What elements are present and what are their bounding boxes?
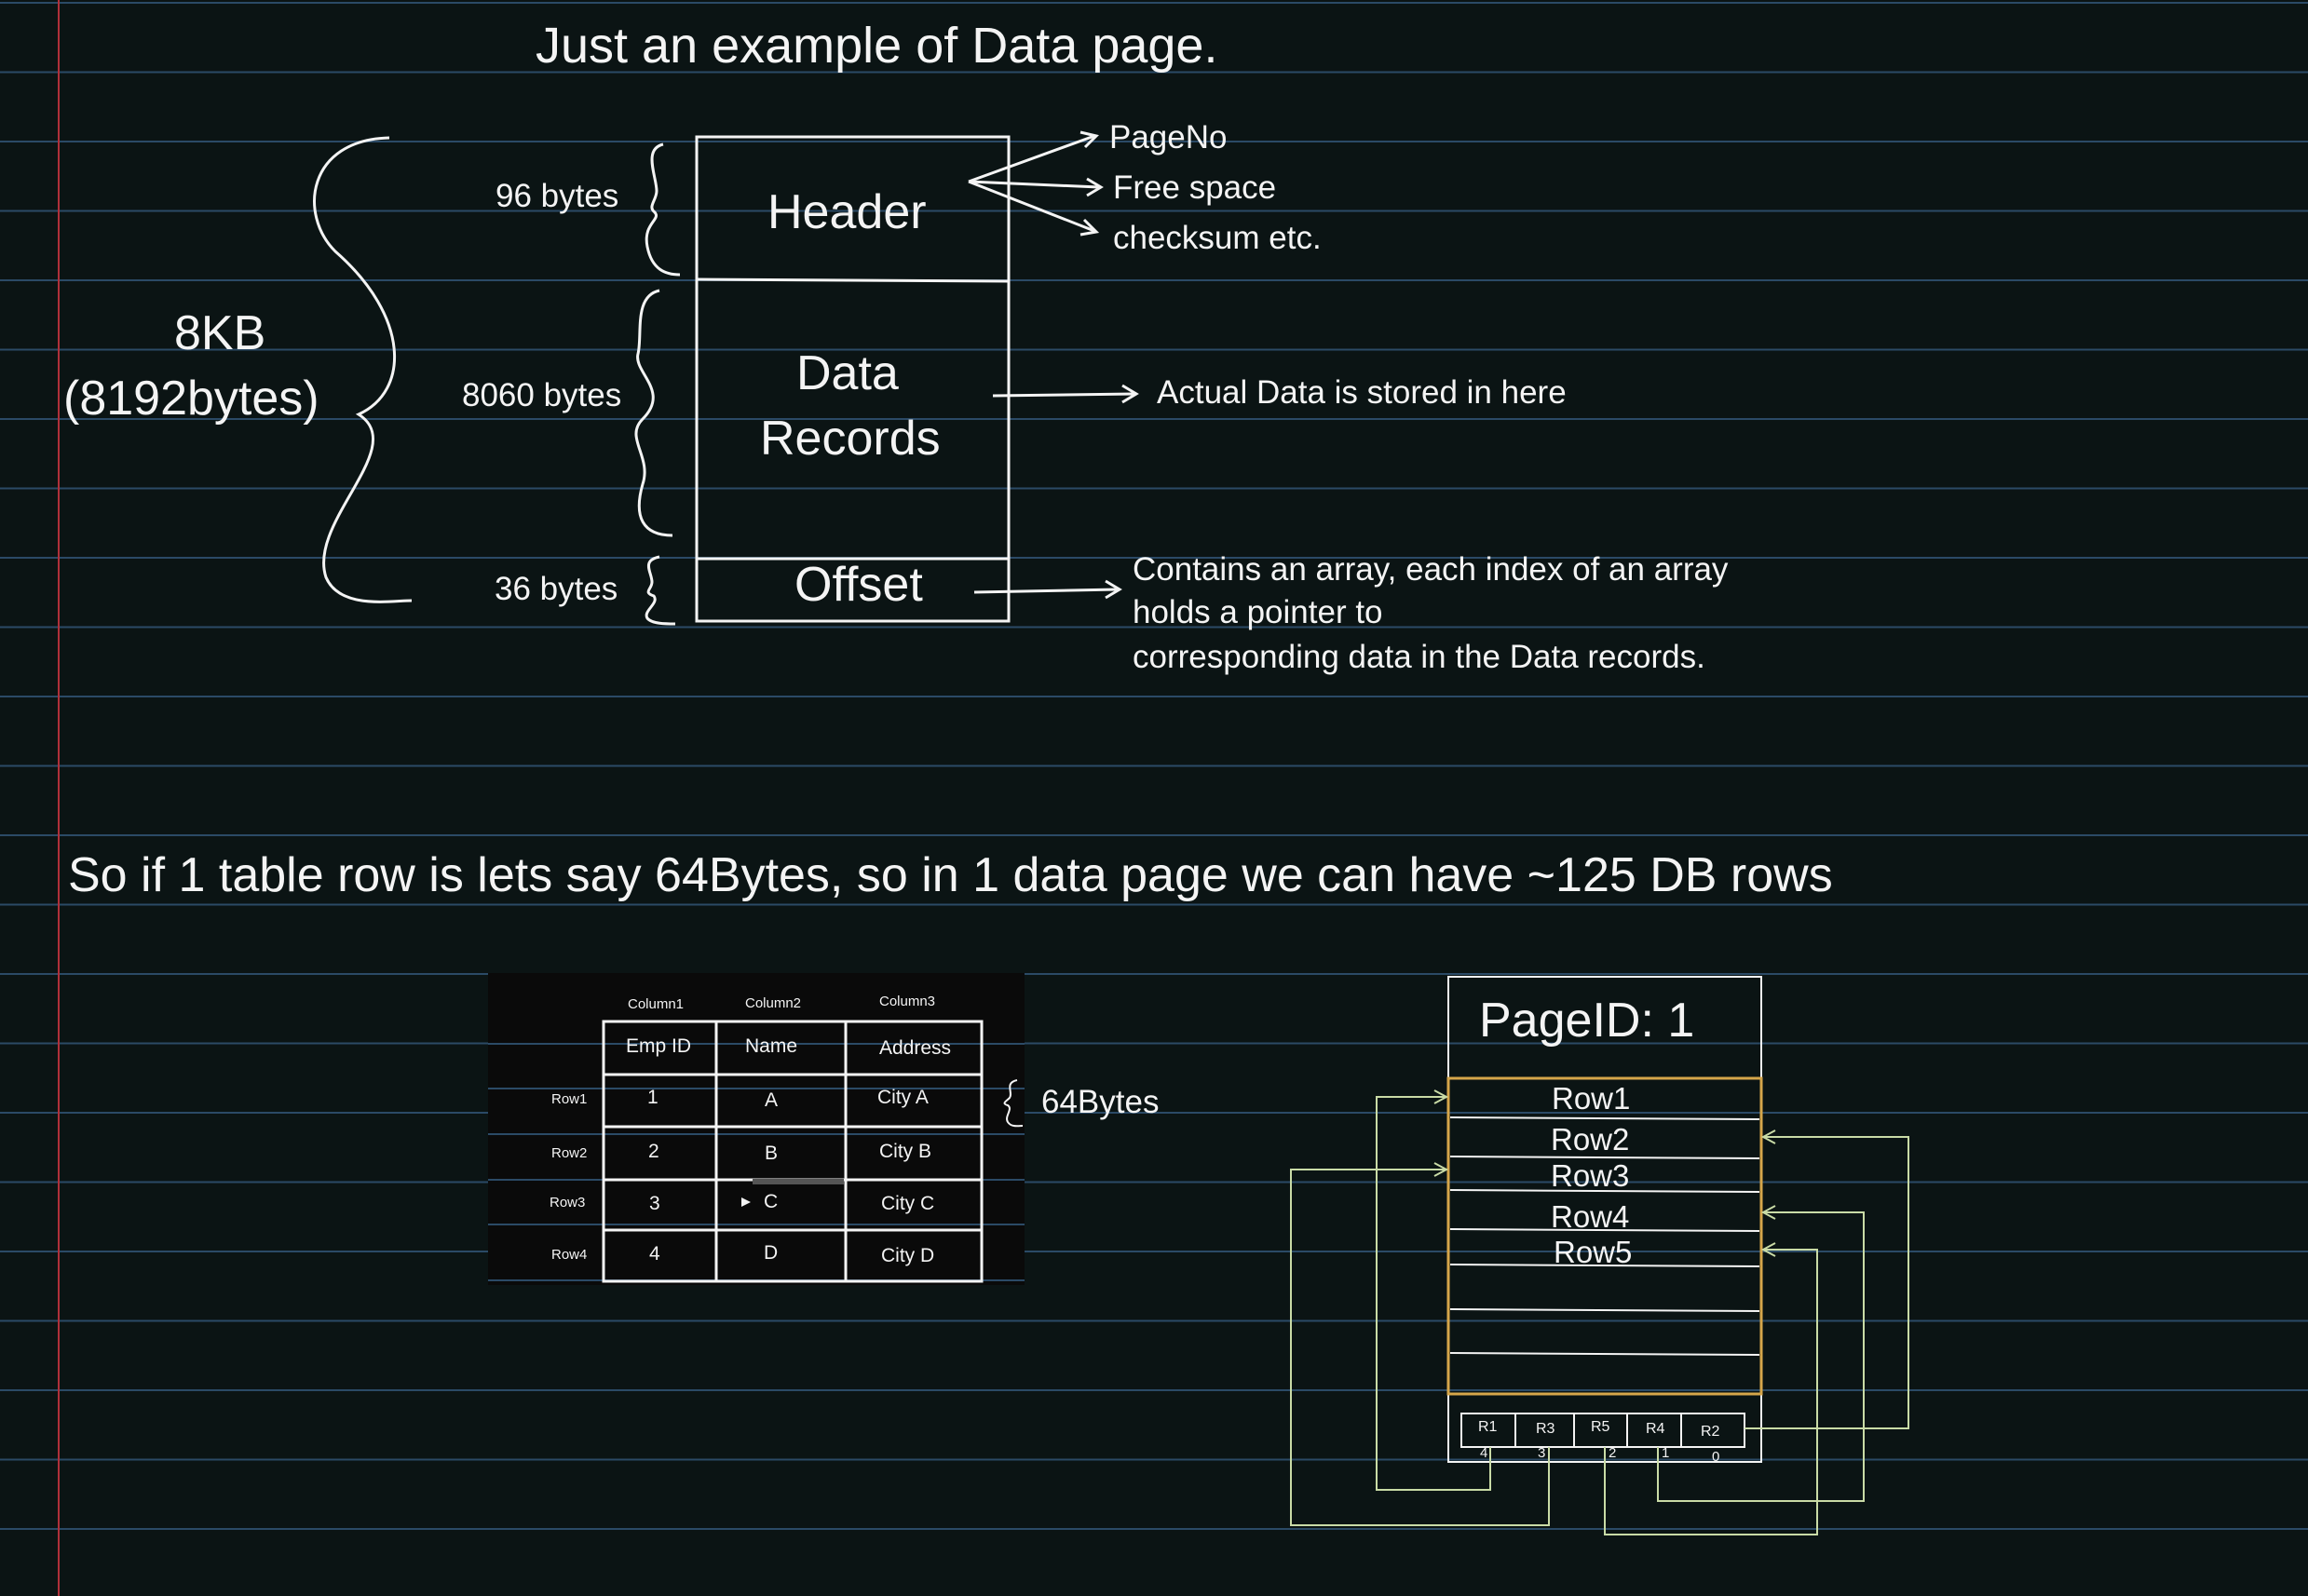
page-row-label: Row3	[1551, 1158, 1630, 1193]
page-row-label: Row2	[1551, 1122, 1630, 1156]
offset-slot-label: R4	[1646, 1421, 1665, 1437]
page-row-label: Row5	[1554, 1235, 1633, 1269]
offset-index-label: 3	[1538, 1445, 1546, 1461]
offset-index-label: 2	[1609, 1445, 1617, 1461]
offset-slot-label: R5	[1591, 1419, 1610, 1435]
page-row-label: Row1	[1552, 1081, 1631, 1116]
offset-slot-label: R1	[1478, 1419, 1498, 1435]
page-id-label: PageID: 1	[1479, 994, 1695, 1048]
offset-slot-label: R2	[1701, 1424, 1720, 1440]
offset-slot-label: R3	[1536, 1421, 1555, 1437]
offset-index-label: 0	[1712, 1449, 1720, 1465]
offset-index-label: 4	[1480, 1445, 1488, 1461]
page-example-diagram	[1290, 976, 1909, 1535]
offset-index-label: 1	[1662, 1445, 1670, 1461]
page-row-label: Row4	[1551, 1199, 1630, 1234]
